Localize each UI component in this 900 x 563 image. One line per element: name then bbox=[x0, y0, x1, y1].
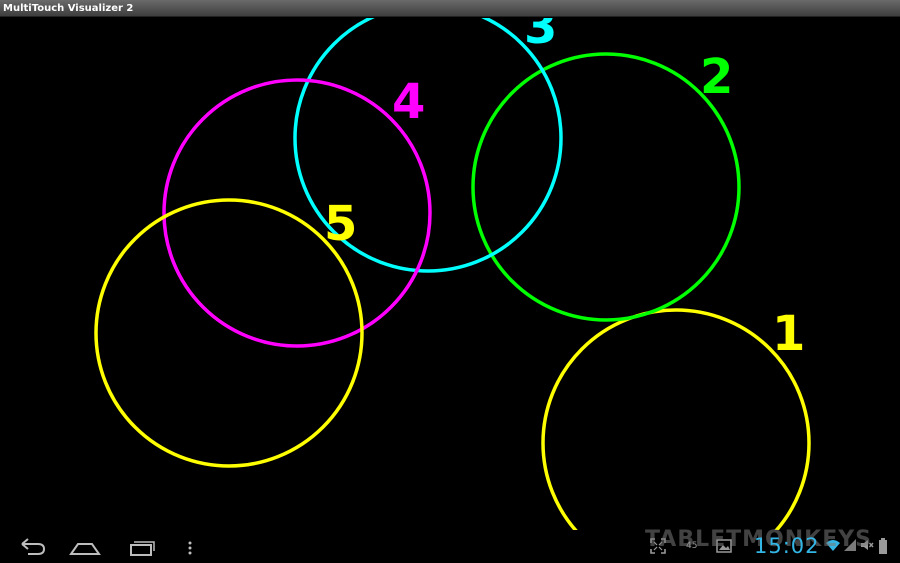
notification-count: 45 bbox=[686, 541, 698, 551]
touch-canvas[interactable]: 1 2 3 4 5 bbox=[0, 18, 900, 530]
back-arrow-icon bbox=[21, 538, 46, 555]
recent-apps-button[interactable] bbox=[122, 535, 158, 559]
home-button[interactable] bbox=[66, 535, 102, 559]
touch-label-3: 3 bbox=[524, 18, 557, 55]
screen: MultiTouch Visualizer 2 1 2 3 4 5 TABLET… bbox=[0, 0, 900, 563]
status-clock[interactable]: 15:02 bbox=[754, 534, 820, 558]
back-button[interactable] bbox=[14, 535, 50, 559]
touch-point-1: 1 bbox=[541, 306, 811, 530]
overflow-menu-icon bbox=[188, 541, 192, 555]
touch-visualization: 1 2 3 4 5 bbox=[94, 18, 811, 530]
touch-label-1: 1 bbox=[772, 306, 805, 362]
touch-label-5: 5 bbox=[324, 196, 357, 252]
touch-point-2: 2 bbox=[471, 49, 741, 322]
title-bar: MultiTouch Visualizer 2 bbox=[0, 0, 900, 17]
touch-label-4: 4 bbox=[392, 74, 425, 130]
touch-point-5: 5 bbox=[94, 196, 364, 468]
home-icon bbox=[69, 543, 101, 555]
menu-button[interactable] bbox=[180, 535, 200, 559]
window-title: MultiTouch Visualizer 2 bbox=[3, 3, 134, 14]
touch-label-2: 2 bbox=[700, 49, 733, 105]
touch-circle-1 bbox=[541, 308, 811, 530]
battery-icon bbox=[879, 538, 887, 554]
touch-circle-5 bbox=[94, 198, 364, 468]
recent-apps-icon bbox=[130, 541, 155, 556]
